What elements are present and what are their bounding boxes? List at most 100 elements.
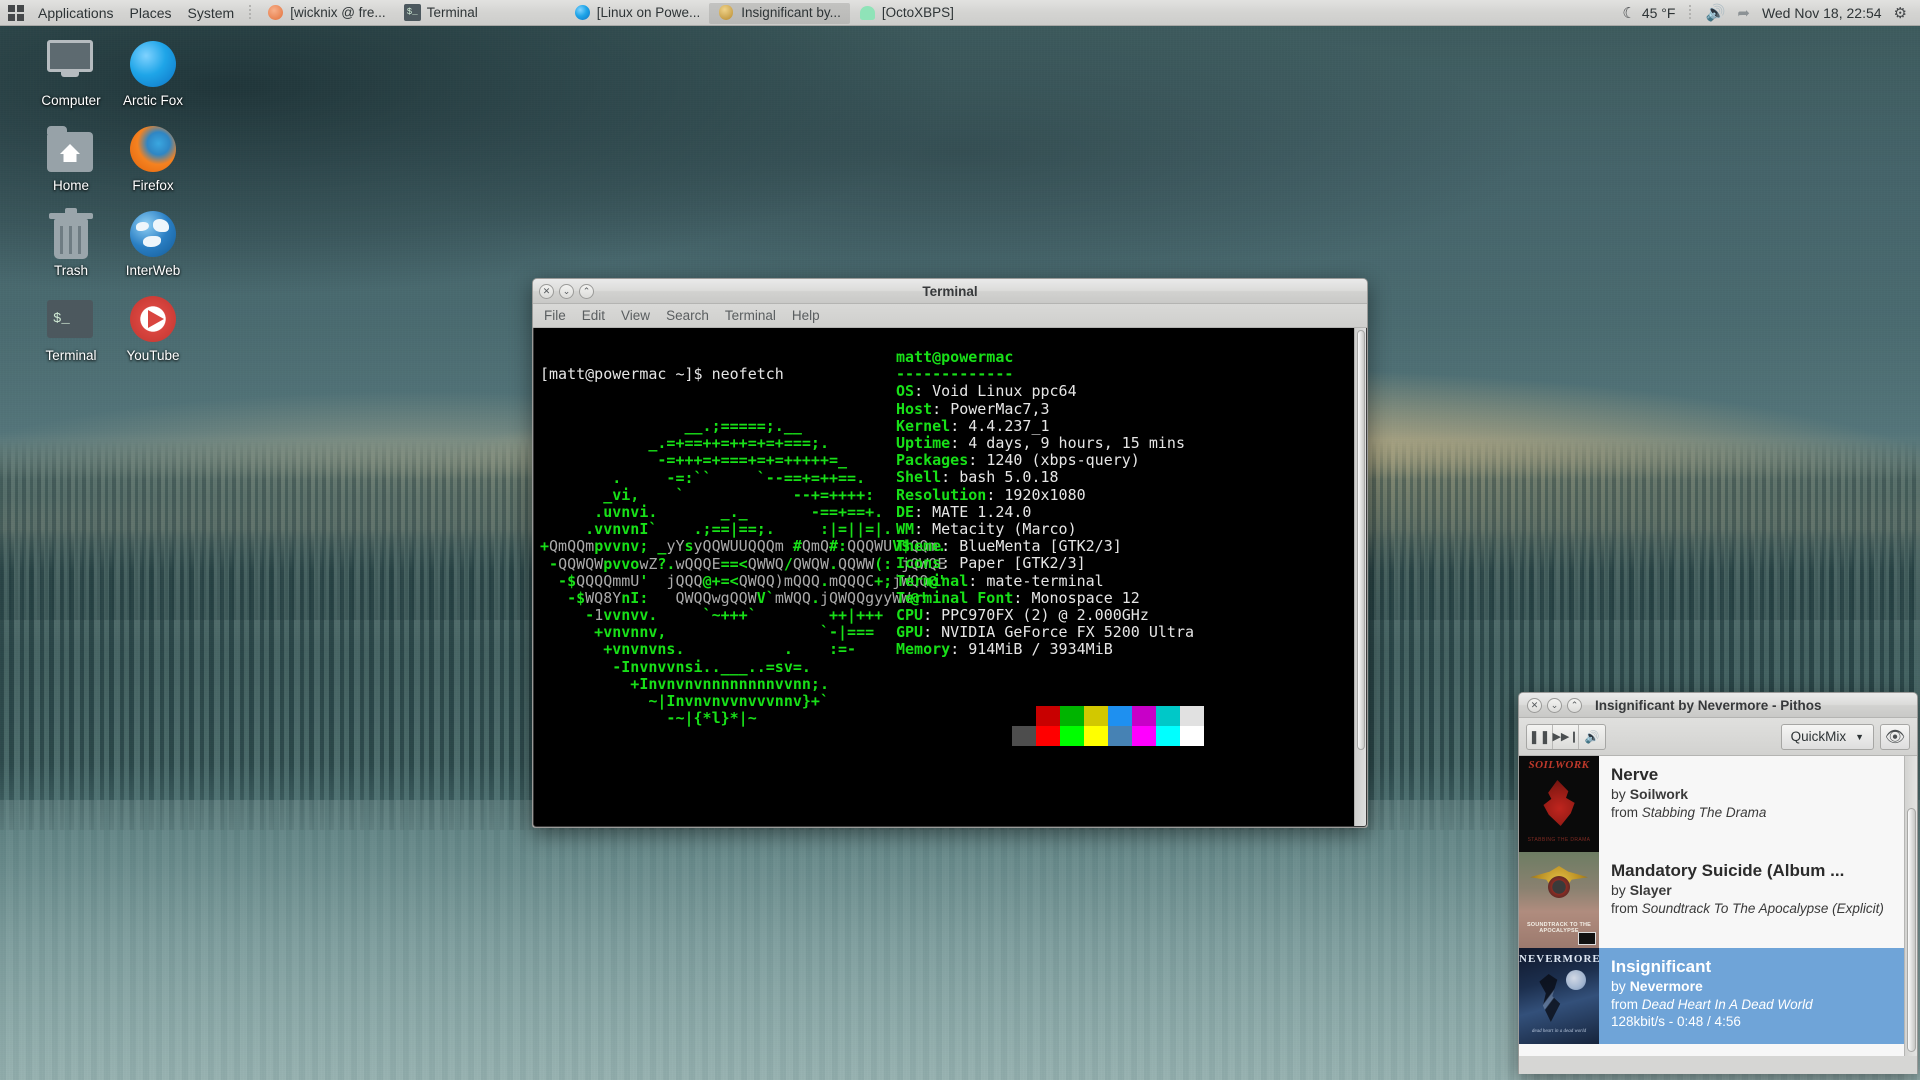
palette-swatch (1036, 706, 1060, 726)
volume-applet[interactable]: 🔊 (1700, 0, 1730, 26)
home-folder-icon (47, 125, 95, 173)
song-album-line: from Stabbing The Drama (1611, 804, 1766, 821)
terminal-titlebar[interactable]: ✕ ⌄ ⌃ Terminal (533, 279, 1367, 304)
palette-row-normal (1012, 706, 1204, 726)
song-title: Nerve (1611, 765, 1659, 784)
shell-command: neofetch (711, 365, 784, 384)
pithos-titlebar[interactable]: ✕ ⌄ ⌃ Insignificant by Nevermore - Pitho… (1519, 693, 1917, 718)
network-applet[interactable]: ➦ (1732, 0, 1755, 26)
from-label: from (1611, 804, 1638, 820)
neofetch-field: Resolution: 1920x1080 (896, 485, 1086, 504)
desktop-icon-label: Computer (41, 93, 101, 108)
menu-edit[interactable]: Edit (575, 306, 612, 325)
volume-button[interactable]: 🔊 (1579, 725, 1605, 749)
menu-view[interactable]: View (614, 306, 657, 325)
weather-applet[interactable]: ☾ 45 °F (1617, 0, 1680, 26)
neofetch-field-value: BlueMenta [GTK2/3] (959, 537, 1122, 556)
terminal-scrollbar[interactable] (1354, 328, 1366, 826)
desktop-icon-trash[interactable]: Trash (30, 206, 112, 281)
minimize-icon[interactable]: ⌄ (559, 283, 574, 299)
neofetch-field: DE: MATE 1.24.0 (896, 502, 1032, 521)
gears-icon: ⚙ (1893, 4, 1907, 22)
playback-controls: ❚❚ ▶▶❙ 🔊 (1526, 723, 1606, 750)
album-art: SOILWORK STABBING THE DRAMA (1519, 756, 1599, 852)
neofetch-field-key: Uptime (896, 434, 951, 453)
from-label: from (1611, 900, 1638, 916)
palette-swatch (1180, 726, 1204, 746)
palette-swatch (1180, 706, 1204, 726)
taskbar-item-pithos[interactable]: Insignificant by... (709, 1, 850, 24)
pithos-scrollbar[interactable] (1904, 756, 1917, 1056)
menu-places[interactable]: Places (122, 0, 180, 26)
desktop-icon-label: InterWeb (125, 263, 181, 278)
maximize-icon[interactable]: ⌃ (579, 283, 594, 299)
eye-icon[interactable]: 👁 (1880, 723, 1910, 750)
neofetch-field: Host: PowerMac7,3 (896, 399, 1050, 418)
pithos-window-title: Insignificant by Nevermore - Pithos (1595, 697, 1822, 713)
desktop-icon-interweb[interactable]: InterWeb (112, 206, 194, 281)
taskbar-item-octoxbps[interactable]: [OctoXBPS] (850, 2, 963, 24)
song-info: Nerve by Soilwork from Stabbing The Dram… (1599, 756, 1776, 852)
taskbar-item-terminal[interactable]: $_ Terminal (395, 2, 487, 24)
desktop-icon-home[interactable]: Home (30, 121, 112, 196)
album-art-title: NEVERMORE (1519, 953, 1599, 965)
album-art-subtitle: dead heart in a dead world (1531, 1029, 1587, 1034)
neofetch-field: OS: Void Linux ppc64 (896, 382, 1077, 401)
taskbar-item-linux-on-power[interactable]: [Linux on Powe... (565, 2, 710, 24)
desktop-icon-computer[interactable]: Computer (30, 36, 112, 111)
moon-icon (1566, 970, 1586, 990)
neofetch-field: WM: Metacity (Marco) (896, 520, 1077, 539)
from-label: from (1611, 996, 1638, 1012)
arcticfox-icon (129, 40, 177, 88)
desktop-icon-firefox[interactable]: Firefox (112, 121, 194, 196)
song-album-line: from Soundtrack To The Apocalypse (Expli… (1611, 900, 1884, 917)
neofetch-field-key: Icons (896, 554, 942, 573)
palette-swatch (1156, 726, 1180, 746)
desktop-icon-youtube[interactable]: YouTube (112, 291, 194, 366)
taskbar-item-label: [Linux on Powe... (596, 5, 701, 20)
clock-applet[interactable]: Wed Nov 18, 22:54 (1757, 0, 1887, 26)
terminal-body[interactable]: [matt@powermac ~]$ neofetch __.;=====;._… (533, 328, 1367, 827)
taskbar-item-wicknix[interactable]: [wicknix @ fre... (258, 2, 394, 24)
neofetch-field-value: 1920x1080 (1004, 485, 1086, 504)
neofetch-field: Shell: bash 5.0.18 (896, 468, 1059, 487)
song-artist-line: by Nevermore (1611, 978, 1813, 996)
palette-swatch (1060, 726, 1084, 746)
neofetch-user-host: matt@powermac (896, 348, 1014, 366)
neofetch-field: Terminal: mate-terminal (896, 571, 1104, 590)
song-list-item-selected[interactable]: NEVERMORE dead heart in a dead world Ins… (1519, 948, 1917, 1044)
palette-swatch (1156, 706, 1180, 726)
next-button[interactable]: ▶▶❙ (1552, 724, 1579, 749)
song-album: Dead Heart In A Dead World (1641, 996, 1813, 1012)
desktop-icon-grid: Computer Arctic Fox Home Firefox Trash I… (30, 36, 194, 366)
desktop-icon-terminal[interactable]: $_ Terminal (30, 291, 112, 366)
close-icon[interactable]: ✕ (539, 283, 554, 299)
menu-help[interactable]: Help (785, 306, 827, 325)
pithos-window[interactable]: ✕ ⌄ ⌃ Insignificant by Nevermore - Pitho… (1518, 692, 1918, 1074)
minimize-icon[interactable]: ⌄ (1547, 697, 1562, 713)
menu-file[interactable]: File (537, 306, 573, 325)
neofetch-field-key: Memory (896, 640, 951, 659)
scrollbar-thumb[interactable] (1907, 808, 1916, 1052)
menu-terminal[interactable]: Terminal (718, 306, 783, 325)
song-info: Mandatory Suicide (Album ... by Slayer f… (1599, 852, 1894, 948)
desktop-icon-arctic-fox[interactable]: Arctic Fox (112, 36, 194, 111)
moon-icon: ☾ (1622, 4, 1636, 22)
pause-button[interactable]: ❚❚ (1527, 724, 1553, 749)
station-selector[interactable]: QuickMix ▼ (1780, 723, 1874, 750)
maximize-icon[interactable]: ⌃ (1567, 697, 1582, 713)
song-info: Insignificant by Nevermore from Dead Hea… (1599, 948, 1823, 1044)
menu-applications[interactable]: Applications (30, 0, 122, 26)
menu-system[interactable]: System (180, 0, 243, 26)
menu-search[interactable]: Search (659, 306, 716, 325)
song-list-item[interactable]: SOUNDTRACK TO THE APOCALYPSE Mandatory S… (1519, 852, 1917, 948)
close-icon[interactable]: ✕ (1527, 697, 1542, 713)
terminal-icon: $_ (403, 4, 421, 21)
scrollbar-thumb[interactable] (1357, 330, 1365, 750)
terminal-window[interactable]: ✕ ⌄ ⌃ Terminal File Edit View Search Ter… (532, 278, 1368, 828)
song-list-item[interactable]: SOILWORK STABBING THE DRAMA Nerve by Soi… (1519, 756, 1917, 852)
song-album: Soundtrack To The Apocalypse (Explicit) (1641, 900, 1884, 916)
settings-applet[interactable]: ⚙ (1889, 0, 1912, 26)
neofetch-field-key: Theme (896, 537, 942, 556)
pithos-song-list[interactable]: SOILWORK STABBING THE DRAMA Nerve by Soi… (1519, 756, 1917, 1056)
